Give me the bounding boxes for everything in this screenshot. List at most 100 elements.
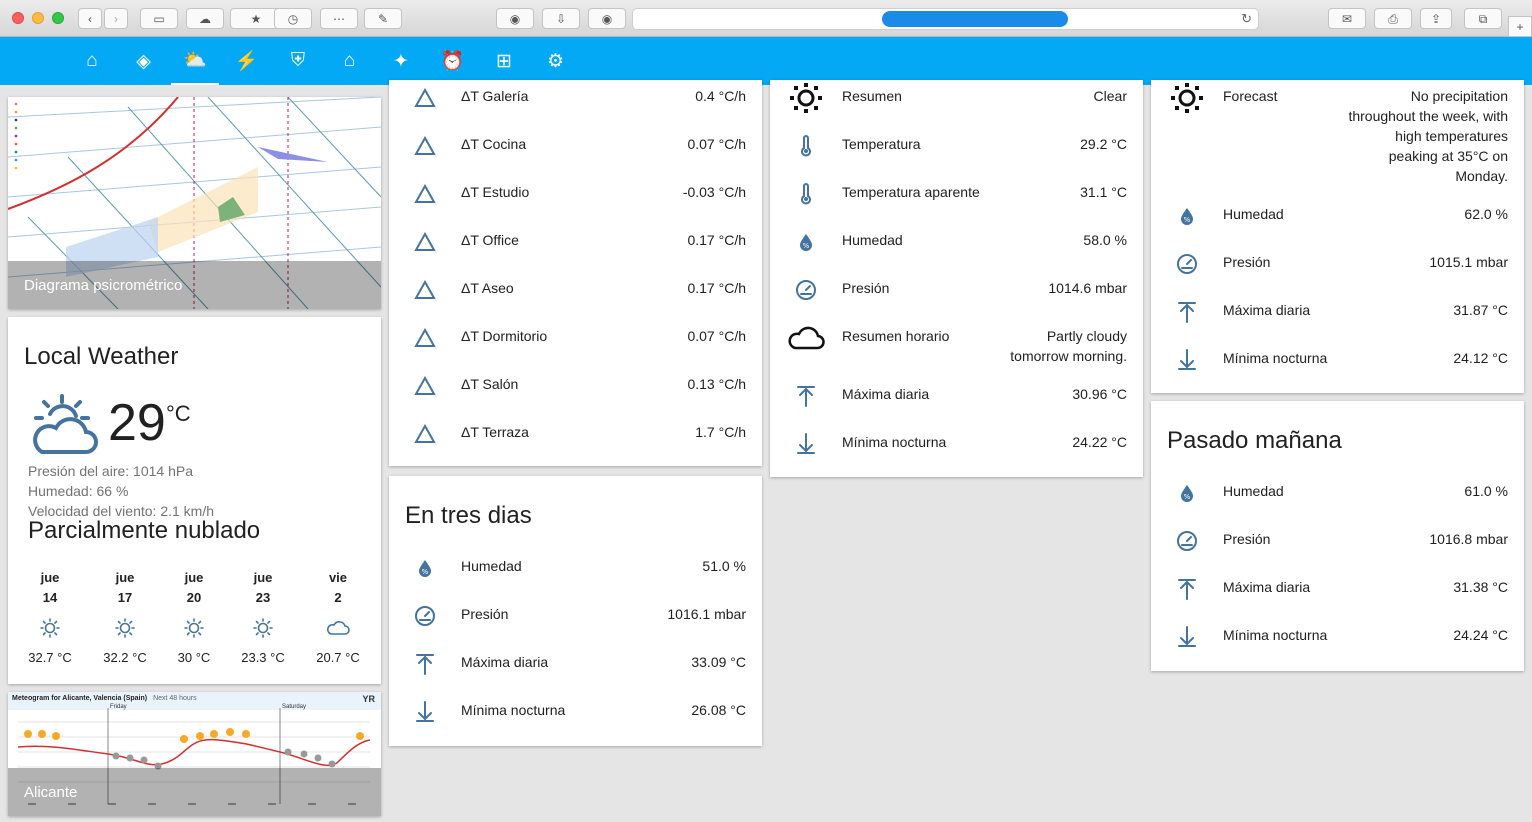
- delta-row[interactable]: ΔT Cocina 0.07 °C/h: [405, 134, 746, 174]
- humidity-icon: %: [405, 556, 445, 580]
- today-row[interactable]: Temperatura 29.2 °C: [786, 134, 1127, 174]
- delta-label: ΔT Terraza: [461, 424, 529, 440]
- today-row[interactable]: Resumen Clear: [786, 83, 1127, 126]
- local-temp-unit: °C: [166, 401, 191, 426]
- mail-icon[interactable]: ✉: [1328, 8, 1366, 29]
- tres-row[interactable]: Presión 1016.1 mbar: [405, 604, 746, 644]
- tres-row[interactable]: Mínima nocturna 26.08 °C: [405, 700, 746, 740]
- pressure-icon: [786, 278, 826, 302]
- tomorrow-row[interactable]: Máxima diaria 31.87 °C: [1167, 300, 1508, 340]
- sun-icon: [223, 608, 303, 648]
- today-row[interactable]: Presión 1014.6 mbar: [786, 278, 1127, 318]
- meteogram-day2: Saturday: [282, 704, 307, 710]
- pasado-row[interactable]: Máxima diaria 31.38 °C: [1167, 577, 1508, 617]
- meteogram-day1: Friday: [110, 704, 127, 710]
- delta-row[interactable]: ΔT Terraza 1.7 °C/h: [405, 422, 746, 462]
- tomorrow-label: Presión: [1223, 254, 1271, 270]
- today-row[interactable]: Temperatura aparente 31.1 °C: [786, 182, 1127, 222]
- nav-security-icon[interactable]: ⛨: [274, 37, 322, 85]
- today-row[interactable]: Máxima diaria 30.96 °C: [786, 384, 1127, 424]
- forecast-date: 14: [42, 590, 58, 605]
- nav-settings-icon[interactable]: ⚙: [532, 37, 580, 85]
- tomorrow-value: 62.0 %: [1464, 206, 1508, 222]
- tabs-overview-icon[interactable]: ⧉: [1464, 8, 1502, 29]
- pasado-manana-card[interactable]: Pasado mañana % Humedad 61.0 % Presión 1016.…: [1151, 401, 1524, 671]
- tres-label: Mínima nocturna: [461, 702, 566, 718]
- tomorrow-row[interactable]: % Humedad 62.0 %: [1167, 204, 1508, 244]
- address-bar[interactable]: ↻: [632, 8, 1259, 30]
- top-sites-icon[interactable]: ⋯: [320, 8, 358, 29]
- nav-home-icon[interactable]: ⌂: [68, 37, 116, 85]
- new-tab-button[interactable]: +: [1508, 16, 1532, 37]
- extension-2-icon[interactable]: ◉: [588, 8, 626, 29]
- print-icon[interactable]: ⎙: [1374, 8, 1412, 29]
- humidity-icon: %: [786, 230, 826, 254]
- today-forecast-card[interactable]: Resumen Clear Temperatura 29.2 °C Temperatur…: [770, 80, 1143, 477]
- app-toolbar: ⌂ ◈ ⛅ ⚡ ⛨ ⌂ ✦ ⏰ ⊞ ⚙: [0, 37, 1532, 85]
- nav-network-icon[interactable]: ⊞: [480, 37, 528, 85]
- psychro-card[interactable]: Diagrama psicrométrico: [8, 97, 381, 309]
- forecast-day: jue 14 32.7 °C: [10, 568, 90, 668]
- delta-temperature-card[interactable]: ΔT Galería 0.4 °C/h ΔT Cocina 0.07 °C/h ΔT E…: [389, 80, 762, 466]
- nav-kodi-icon[interactable]: ◈: [120, 37, 168, 85]
- tomorrow-forecast-card[interactable]: Forecast No precipitation throughout the …: [1151, 80, 1524, 393]
- tres-dias-card[interactable]: En tres dias % Humedad 51.0 % Presión 1016.1…: [389, 476, 762, 746]
- tomorrow-label: Máxima diaria: [1223, 302, 1311, 318]
- delta-row[interactable]: ΔT Estudio -0.03 °C/h: [405, 182, 746, 222]
- zoom-window-button[interactable]: [52, 12, 64, 24]
- nav-garden-icon[interactable]: ⌂: [326, 37, 374, 85]
- today-value: 1014.6 mbar: [1048, 280, 1127, 296]
- max-temp-icon: [1167, 577, 1207, 601]
- today-label: Temperatura aparente: [842, 184, 980, 200]
- minimize-window-button[interactable]: [32, 12, 44, 24]
- tomorrow-row[interactable]: Presión 1015.1 mbar: [1167, 252, 1508, 292]
- delta-row[interactable]: ΔT Salón 0.13 °C/h: [405, 374, 746, 414]
- reader-edit-icon[interactable]: ✎: [364, 8, 402, 29]
- nav-energy-icon[interactable]: ⚡: [223, 37, 271, 85]
- nav-automation-icon[interactable]: ✦: [377, 37, 425, 85]
- forecast-temp: 23.3 °C: [241, 650, 285, 665]
- share-icon[interactable]: ⇪: [1420, 8, 1452, 29]
- tomorrow-row[interactable]: Forecast No precipitation throughout the …: [1167, 83, 1508, 184]
- sidebar-icon[interactable]: ▭: [140, 8, 178, 29]
- meteogram-range: Next 48 hours: [153, 695, 197, 702]
- close-window-button[interactable]: [12, 12, 24, 24]
- delta-row[interactable]: ΔT Office 0.17 °C/h: [405, 230, 746, 270]
- min-temp-icon: [405, 700, 445, 724]
- pasado-row[interactable]: % Humedad 61.0 %: [1167, 481, 1508, 521]
- forecast-date: 2: [334, 590, 342, 605]
- today-value: 31.1 °C: [1080, 184, 1127, 200]
- tres-row[interactable]: % Humedad 51.0 %: [405, 556, 746, 596]
- url-text: [882, 11, 1068, 27]
- pasado-value: 61.0 %: [1464, 483, 1508, 499]
- tres-label: Presión: [461, 606, 509, 622]
- extension-1-icon[interactable]: ◉: [496, 8, 534, 29]
- today-row[interactable]: Mínima nocturna 24.22 °C: [786, 432, 1127, 472]
- today-row[interactable]: % Humedad 58.0 %: [786, 230, 1127, 270]
- pasado-manana-title: Pasado mañana: [1167, 427, 1342, 454]
- delta-label: ΔT Dormitorio: [461, 328, 548, 344]
- meteogram-card[interactable]: Meteogram for Alicante, Valencia (Spain)…: [8, 692, 381, 816]
- icloud-tabs-icon[interactable]: ☁: [186, 8, 224, 29]
- back-button[interactable]: ‹: [78, 8, 102, 29]
- reload-icon[interactable]: ↻: [1241, 11, 1252, 27]
- pressure-icon: [1167, 252, 1207, 276]
- pasado-label: Humedad: [1223, 483, 1284, 499]
- delta-row[interactable]: ΔT Aseo 0.17 °C/h: [405, 278, 746, 318]
- delta-row[interactable]: ΔT Dormitorio 0.07 °C/h: [405, 326, 746, 366]
- nav-alarm-icon[interactable]: ⏰: [429, 37, 477, 85]
- history-icon[interactable]: ◷: [274, 8, 312, 29]
- delta-row[interactable]: ΔT Galería 0.4 °C/h: [405, 86, 746, 126]
- nav-weather-icon[interactable]: ⛅: [171, 37, 219, 85]
- pasado-row[interactable]: Presión 1016.8 mbar: [1167, 529, 1508, 569]
- forward-button[interactable]: ›: [104, 8, 128, 29]
- tres-row[interactable]: Máxima diaria 33.09 °C: [405, 652, 746, 692]
- download-icon[interactable]: ⇩: [542, 8, 580, 29]
- tomorrow-row[interactable]: Mínima nocturna 24.12 °C: [1167, 348, 1508, 388]
- today-label: Mínima nocturna: [842, 434, 947, 450]
- sun-icon: [154, 608, 234, 648]
- pasado-row[interactable]: Mínima nocturna 24.24 °C: [1167, 625, 1508, 665]
- thermometer-icon: [786, 182, 826, 206]
- pasado-value: 1016.8 mbar: [1429, 531, 1508, 547]
- today-row[interactable]: Resumen horario Partly cloudy tomorrow mo…: [786, 326, 1127, 366]
